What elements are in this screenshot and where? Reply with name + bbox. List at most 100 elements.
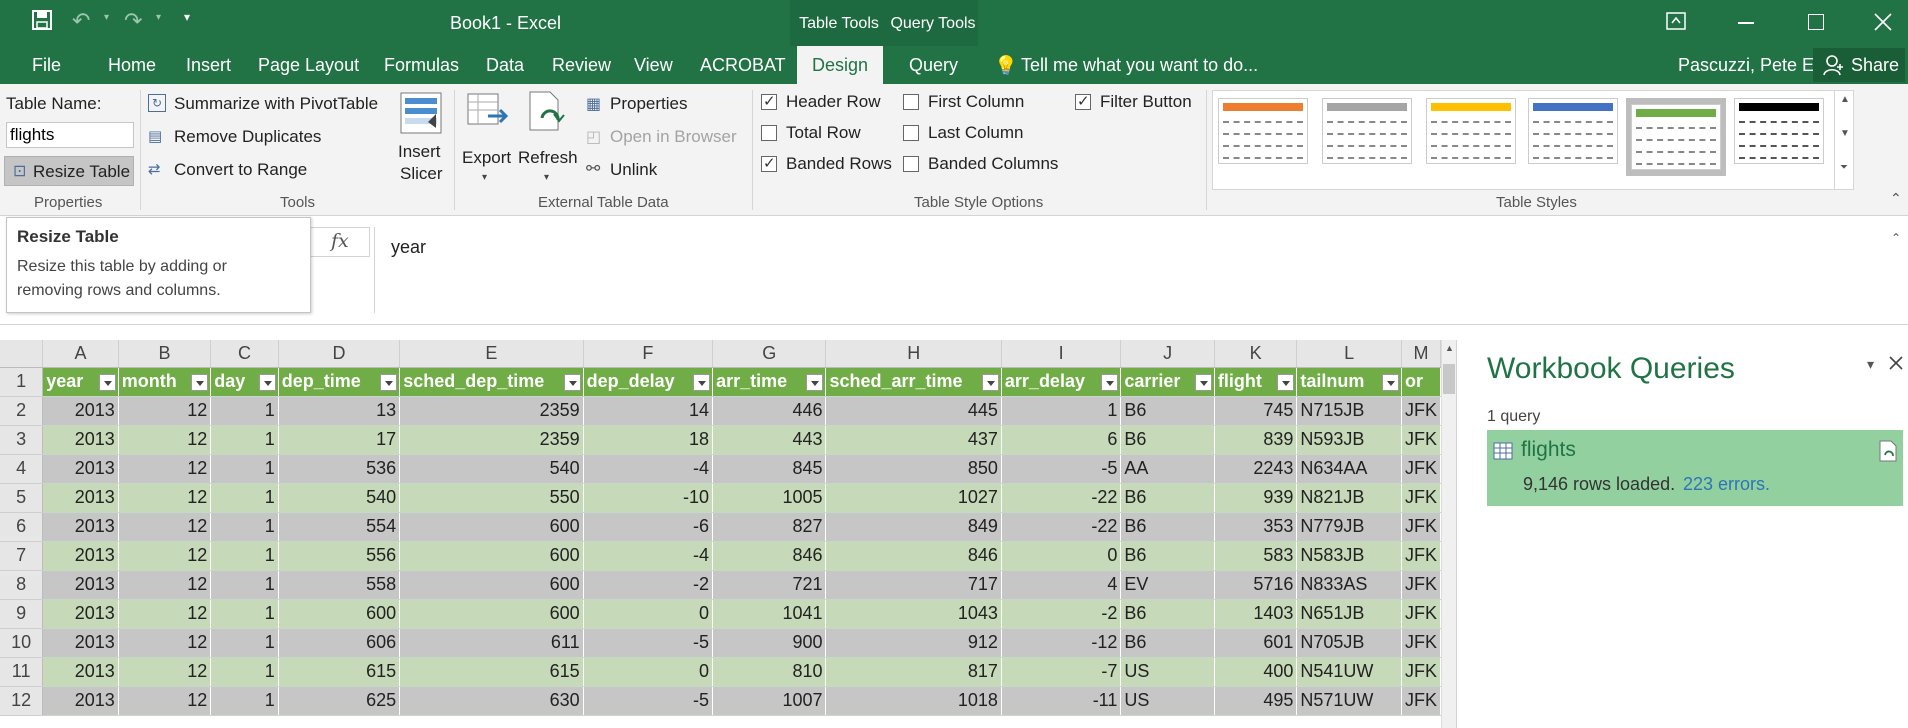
table-cell[interactable]: 745	[1214, 396, 1298, 426]
table-cell[interactable]: 600	[399, 570, 584, 600]
row-header[interactable]: 11	[0, 657, 44, 687]
filter-dropdown-icon[interactable]	[191, 373, 209, 391]
table-cell[interactable]: 2013	[42, 425, 119, 455]
table-cell[interactable]: -7	[1001, 657, 1122, 687]
column-header[interactable]: G	[712, 340, 827, 368]
table-cell[interactable]: N705JB	[1296, 628, 1402, 658]
customize-toolbar-icon[interactable]: ▾	[184, 10, 190, 24]
table-cell[interactable]: 611	[399, 628, 584, 658]
user-name[interactable]: Pascuzzi, Pete E	[1678, 46, 1814, 84]
pane-close-icon[interactable]	[1889, 356, 1903, 370]
table-cell[interactable]: 12	[118, 425, 212, 455]
table-cell[interactable]: 2013	[42, 570, 119, 600]
table-cell[interactable]: 1	[210, 483, 279, 513]
last-column-checkbox[interactable]	[903, 125, 919, 141]
undo-dropdown-icon[interactable]: ▾	[104, 12, 109, 23]
table-cell[interactable]: 600	[399, 512, 584, 542]
column-header[interactable]: K	[1214, 340, 1298, 368]
filter-dropdown-icon[interactable]	[1194, 373, 1212, 391]
column-header[interactable]: L	[1296, 340, 1402, 368]
table-cell[interactable]: 17	[278, 425, 401, 455]
table-cell[interactable]: 12	[118, 628, 212, 658]
table-cell[interactable]: EV	[1120, 570, 1215, 600]
table-header-cell[interactable]: sched_dep_time	[399, 367, 584, 397]
table-cell[interactable]: 353	[1214, 512, 1298, 542]
minimize-icon[interactable]	[1738, 22, 1754, 24]
total-row-checkbox[interactable]	[761, 125, 777, 141]
remove-duplicates-button[interactable]: ▤ Remove Duplicates	[146, 125, 346, 151]
filter-dropdown-icon[interactable]	[1381, 373, 1399, 391]
filter-dropdown-icon[interactable]	[981, 373, 999, 391]
table-cell[interactable]: N833AS	[1296, 570, 1402, 600]
tab-query[interactable]: Query	[909, 46, 958, 84]
table-cell[interactable]: 400	[1214, 657, 1298, 687]
column-header[interactable]: C	[210, 340, 279, 368]
gallery-up-icon[interactable]: ▲	[1840, 94, 1850, 105]
select-all-corner[interactable]	[0, 340, 44, 368]
table-cell[interactable]: 2013	[42, 599, 119, 629]
table-cell[interactable]: 601	[1214, 628, 1298, 658]
table-style-gold[interactable]	[1426, 98, 1516, 164]
table-cell[interactable]: B6	[1120, 425, 1215, 455]
table-cell[interactable]: -2	[1001, 599, 1122, 629]
table-cell[interactable]: JFK	[1401, 483, 1441, 513]
table-cell[interactable]: -5	[583, 628, 714, 658]
table-style-black[interactable]	[1734, 98, 1824, 164]
table-cell[interactable]: N651JB	[1296, 599, 1402, 629]
column-header[interactable]: E	[399, 340, 584, 368]
column-header[interactable]: F	[583, 340, 714, 368]
table-cell[interactable]: JFK	[1401, 425, 1441, 455]
table-cell[interactable]: 550	[399, 483, 584, 513]
table-cell[interactable]: 810	[712, 657, 827, 687]
table-cell[interactable]: 0	[1001, 541, 1122, 571]
table-cell[interactable]: JFK	[1401, 686, 1441, 716]
table-cell[interactable]: 1018	[825, 686, 1002, 716]
share-button[interactable]: Share	[1813, 48, 1905, 82]
tab-review[interactable]: Review	[552, 46, 611, 84]
table-cell[interactable]: JFK	[1401, 657, 1441, 687]
table-cell[interactable]: JFK	[1401, 599, 1441, 629]
table-cell[interactable]: 2013	[42, 686, 119, 716]
table-cell[interactable]: -10	[583, 483, 714, 513]
table-cell[interactable]: 817	[825, 657, 1002, 687]
banded-columns-checkbox[interactable]	[903, 156, 919, 172]
table-cell[interactable]: 939	[1214, 483, 1298, 513]
table-cell[interactable]: 437	[825, 425, 1002, 455]
table-cell[interactable]: US	[1120, 686, 1215, 716]
column-header[interactable]: A	[42, 340, 119, 368]
table-cell[interactable]: 1041	[712, 599, 827, 629]
row-header[interactable]: 3	[0, 425, 44, 455]
errors-link[interactable]: 223 errors.	[1683, 474, 1770, 495]
table-cell[interactable]: 846	[712, 541, 827, 571]
table-cell[interactable]: 1027	[825, 483, 1002, 513]
table-cell[interactable]: 845	[712, 454, 827, 484]
tab-home[interactable]: Home	[108, 46, 156, 84]
row-header[interactable]: 2	[0, 396, 44, 426]
table-cell[interactable]: 850	[825, 454, 1002, 484]
tab-formulas[interactable]: Formulas	[384, 46, 459, 84]
table-header-cell[interactable]: month	[118, 367, 212, 397]
table-cell[interactable]: 606	[278, 628, 401, 658]
summarize-pivot-button[interactable]: ↻ Summarize with PivotTable	[146, 92, 386, 118]
expand-formula-icon[interactable]: ⌃	[1891, 231, 1901, 245]
table-cell[interactable]: 446	[712, 396, 827, 426]
table-cell[interactable]: 2013	[42, 483, 119, 513]
table-header-cell[interactable]: year	[42, 367, 119, 397]
table-cell[interactable]: 2013	[42, 541, 119, 571]
table-cell[interactable]: B6	[1120, 628, 1215, 658]
table-cell[interactable]: -4	[583, 541, 714, 571]
table-cell[interactable]: 18	[583, 425, 714, 455]
table-cell[interactable]: 1	[210, 628, 279, 658]
tab-insert[interactable]: Insert	[186, 46, 231, 84]
table-cell[interactable]: 2013	[42, 396, 119, 426]
table-cell[interactable]: 2013	[42, 628, 119, 658]
refresh-button[interactable]: Refresh ▾	[516, 90, 580, 190]
filter-dropdown-icon[interactable]	[1277, 373, 1295, 391]
column-header[interactable]: M	[1401, 340, 1441, 368]
filter-dropdown-icon[interactable]	[380, 373, 398, 391]
table-cell[interactable]: 1	[210, 686, 279, 716]
save-icon[interactable]	[32, 10, 52, 30]
table-cell[interactable]: 12	[118, 396, 212, 426]
table-cell[interactable]: -12	[1001, 628, 1122, 658]
filter-button-checkbox[interactable]	[1075, 92, 1091, 110]
